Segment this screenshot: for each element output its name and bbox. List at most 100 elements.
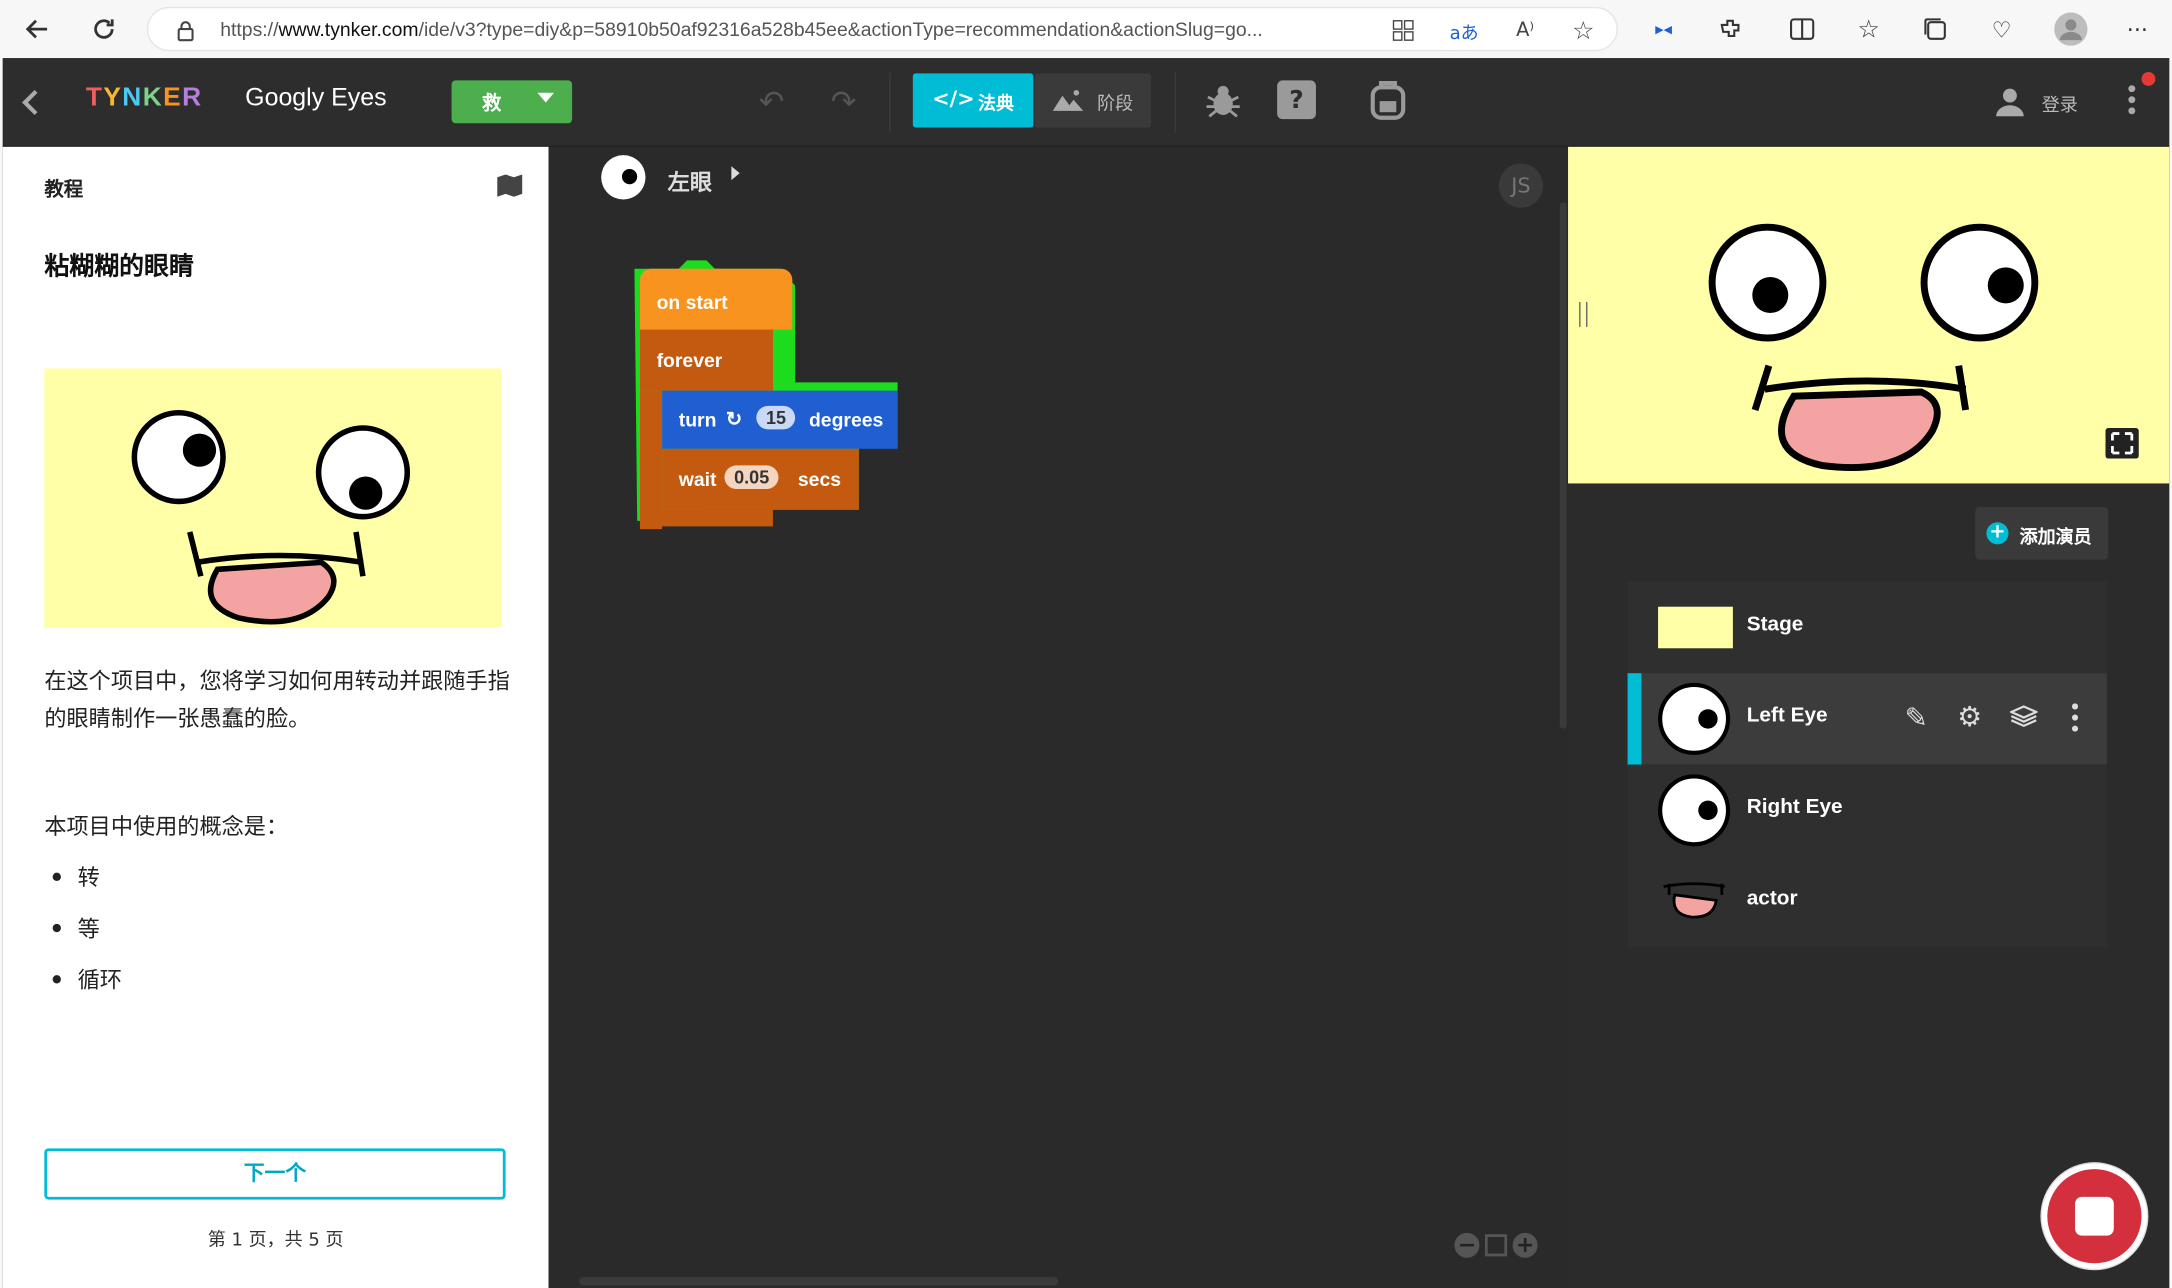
layers-icon[interactable] bbox=[2008, 704, 2039, 734]
current-actor-name[interactable]: 左眼 bbox=[668, 163, 712, 196]
read-aloud-icon[interactable]: A⁾ bbox=[1506, 11, 1545, 50]
url-text: https://www.tynker.com/ide/v3?type=diy&p… bbox=[220, 18, 1384, 40]
actor-name: actor bbox=[1746, 886, 1798, 911]
divider bbox=[889, 72, 891, 133]
concept-text: 转 bbox=[77, 864, 100, 891]
next-button[interactable]: 下一个 bbox=[44, 1148, 506, 1200]
turn-block[interactable]: turn ↻ 15 degrees bbox=[662, 390, 898, 449]
apps-icon[interactable] bbox=[1384, 11, 1423, 50]
profile-avatar-icon[interactable] bbox=[2050, 8, 2092, 50]
tab-stage[interactable]: 阶段 bbox=[1034, 73, 1152, 128]
tongue-thumbnail bbox=[1658, 881, 1733, 928]
reload-icon[interactable] bbox=[83, 8, 125, 50]
chevron-right-icon[interactable] bbox=[731, 166, 740, 181]
chevron-down-icon[interactable] bbox=[537, 92, 555, 103]
list-item: 转 bbox=[44, 859, 122, 910]
on-start-label: on start bbox=[656, 290, 728, 314]
tab-code-label: 法典 bbox=[977, 94, 1014, 115]
address-bar[interactable]: https://www.tynker.com/ide/v3?type=diy&p… bbox=[146, 6, 1618, 52]
mountain-icon bbox=[1051, 87, 1084, 117]
split-screen-icon[interactable] bbox=[1781, 8, 1823, 50]
browser-bar: https://www.tynker.com/ide/v3?type=diy&p… bbox=[0, 0, 2172, 59]
tynker-logo[interactable]: TYNKER bbox=[86, 83, 203, 113]
redo-icon[interactable]: ↷ bbox=[823, 83, 865, 122]
selected-indicator bbox=[1627, 673, 1642, 765]
concepts-list: 转 等 循环 bbox=[44, 859, 122, 1013]
actor-item-left-eye[interactable]: Left Eye ✎ ⚙ bbox=[1627, 673, 2107, 765]
actor-item-actor[interactable]: actor bbox=[1627, 856, 2107, 948]
back-arrow-icon[interactable] bbox=[17, 8, 59, 50]
stage-preview[interactable] bbox=[1568, 146, 2170, 484]
pencil-icon[interactable]: ✎ bbox=[1905, 701, 1928, 734]
fullscreen-icon[interactable] bbox=[2105, 428, 2139, 459]
user-icon[interactable] bbox=[1995, 86, 2025, 122]
collections-icon[interactable] bbox=[1914, 8, 1956, 50]
zoom-in-icon[interactable]: + bbox=[1512, 1232, 1538, 1258]
list-item: 等 bbox=[44, 910, 122, 961]
divider bbox=[1174, 72, 1177, 133]
stage-resize-handle[interactable] bbox=[1579, 301, 1588, 327]
vertical-scrollbar[interactable] bbox=[1559, 202, 1567, 729]
turn-degrees-input[interactable]: 15 bbox=[756, 405, 796, 430]
concept-text: 循环 bbox=[77, 966, 122, 994]
tutorial-header: 教程 bbox=[44, 178, 84, 201]
save-button[interactable]: 救 bbox=[451, 80, 573, 124]
more-vert-icon[interactable] bbox=[2071, 702, 2079, 738]
help-icon[interactable]: ? bbox=[1277, 80, 1316, 120]
gear-icon[interactable]: ⚙ bbox=[1957, 700, 1982, 733]
code-workspace[interactable]: 左眼 JS on start forever turn ↻ 15 degrees… bbox=[548, 146, 1569, 1288]
plus-icon: + bbox=[1986, 522, 2009, 545]
list-item: 循环 bbox=[44, 961, 122, 1012]
actor-item-stage[interactable]: Stage bbox=[1627, 581, 2107, 674]
js-toggle[interactable]: JS bbox=[1498, 163, 1544, 208]
url-domain: www.tynker.com bbox=[278, 18, 419, 41]
notification-badge bbox=[2141, 72, 2156, 86]
turn-label: turn bbox=[678, 408, 717, 431]
back-chevron-icon[interactable] bbox=[14, 86, 47, 119]
stage-and-actors-panel: + 添加演员 Stage Left Eye ✎ ⚙ Right Eye acto… bbox=[1568, 146, 2170, 1288]
save-label: 救 bbox=[482, 92, 502, 115]
url-path: /ide/v3?type=diy&p=58910b50af92316a528b4… bbox=[418, 18, 1263, 41]
concept-text: 等 bbox=[77, 915, 100, 942]
secs-label: secs bbox=[797, 468, 842, 491]
kebab-menu-icon[interactable] bbox=[2125, 80, 2139, 130]
add-actor-button[interactable]: + 添加演员 bbox=[1975, 506, 2109, 560]
debug-bug-icon[interactable] bbox=[1202, 80, 1244, 122]
split-arrows-icon[interactable]: ▸◂ bbox=[1643, 8, 1685, 50]
tutorial-illustration bbox=[44, 368, 502, 628]
add-actor-label: 添加演员 bbox=[2019, 527, 2092, 549]
stop-button[interactable] bbox=[2041, 1163, 2148, 1269]
wait-seconds-input[interactable]: 0.05 bbox=[724, 465, 779, 489]
tynker-app: TYNKER Googly Eyes 救 ↶ ↷ </> 法典 阶段 ? 登录 … bbox=[2, 58, 2170, 1288]
concepts-heading: 本项目中使用的概念是： bbox=[44, 813, 289, 840]
left-eye-thumbnail bbox=[1658, 682, 1731, 755]
favorite-star-icon[interactable]: ☆ bbox=[1564, 11, 1603, 50]
on-start-block[interactable]: on start bbox=[639, 268, 793, 330]
tab-code[interactable]: </> 法典 bbox=[912, 73, 1034, 128]
actor-item-right-eye[interactable]: Right Eye bbox=[1627, 764, 2107, 857]
map-icon[interactable] bbox=[496, 173, 524, 203]
translate-icon[interactable]: aあ bbox=[1445, 11, 1484, 50]
tutorial-description: 在这个项目中，您将学习如何用转动并跟随手指的眼睛制作一张愚蠢的脸。 bbox=[44, 667, 510, 732]
extensions-icon[interactable] bbox=[1709, 8, 1751, 50]
horizontal-scrollbar[interactable] bbox=[579, 1277, 1059, 1286]
health-icon[interactable]: ♡ bbox=[1981, 8, 2023, 50]
stage-thumbnail bbox=[1658, 606, 1733, 649]
zoom-out-icon[interactable]: − bbox=[1454, 1232, 1480, 1258]
wait-block[interactable]: wait 0.05 secs bbox=[662, 448, 859, 510]
forever-block[interactable]: forever bbox=[639, 329, 773, 391]
favorites-icon[interactable]: ☆ bbox=[1848, 8, 1890, 50]
forever-label: forever bbox=[656, 349, 723, 372]
tutorial-title: 粘糊糊的眼睛 bbox=[44, 252, 194, 282]
undo-icon[interactable]: ↶ bbox=[751, 83, 793, 122]
degrees-label: degrees bbox=[808, 408, 884, 431]
backpack-icon[interactable] bbox=[1366, 78, 1410, 122]
more-menu-icon[interactable]: ··· bbox=[2117, 8, 2159, 50]
stop-icon bbox=[2075, 1196, 2114, 1236]
top-toolbar: TYNKER Googly Eyes 救 ↶ ↷ </> 法典 阶段 ? 登录 bbox=[2, 58, 2170, 147]
right-eye-thumbnail bbox=[1658, 774, 1731, 847]
login-link[interactable]: 登录 bbox=[2042, 90, 2078, 117]
forever-block-arm bbox=[639, 390, 663, 530]
project-title[interactable]: Googly Eyes bbox=[245, 83, 386, 112]
zoom-reset-icon[interactable] bbox=[1484, 1234, 1508, 1257]
